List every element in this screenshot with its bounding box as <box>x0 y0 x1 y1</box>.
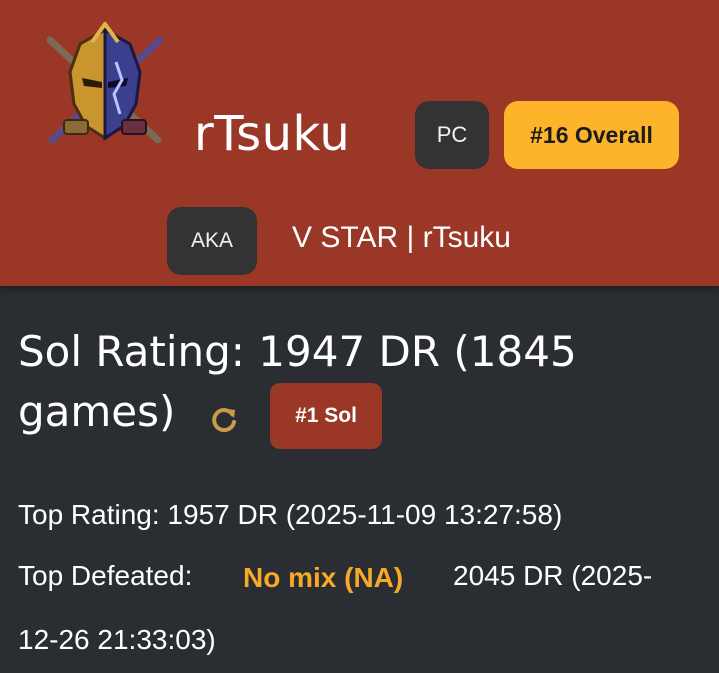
top-rating-text: Top Rating: 1957 DR (2025-11-09 13:27:58… <box>18 499 563 530</box>
top-defeated-label: Top Defeated: <box>18 560 193 591</box>
character-rating-line-1: Sol Rating: 1947 DR (1845 <box>18 327 577 376</box>
top-defeated-rating-part1: 2045 DR (2025- <box>453 560 653 591</box>
top-defeated-rating-part2: 12-26 21:33:03) <box>18 624 216 655</box>
top-defeated-player-link[interactable]: No mix (NA) <box>243 558 403 598</box>
alias-name: V STAR | rTsuku <box>292 221 511 254</box>
platform-badge: PC <box>415 101 489 169</box>
player-profile-page: rTsuku PC #16 Overall AKA V STAR | rTsuk… <box>0 0 719 673</box>
character-rank-badge[interactable]: #1 Sol <box>270 383 382 449</box>
player-name: rTsuku <box>194 106 351 162</box>
armored-knight-emblem-icon <box>46 22 164 144</box>
aka-badge: AKA <box>167 207 257 275</box>
overall-rank-badge[interactable]: #16 Overall <box>504 101 679 169</box>
refresh-icon[interactable] <box>209 405 239 435</box>
profile-header: rTsuku PC #16 Overall AKA V STAR | rTsuk… <box>0 0 719 286</box>
